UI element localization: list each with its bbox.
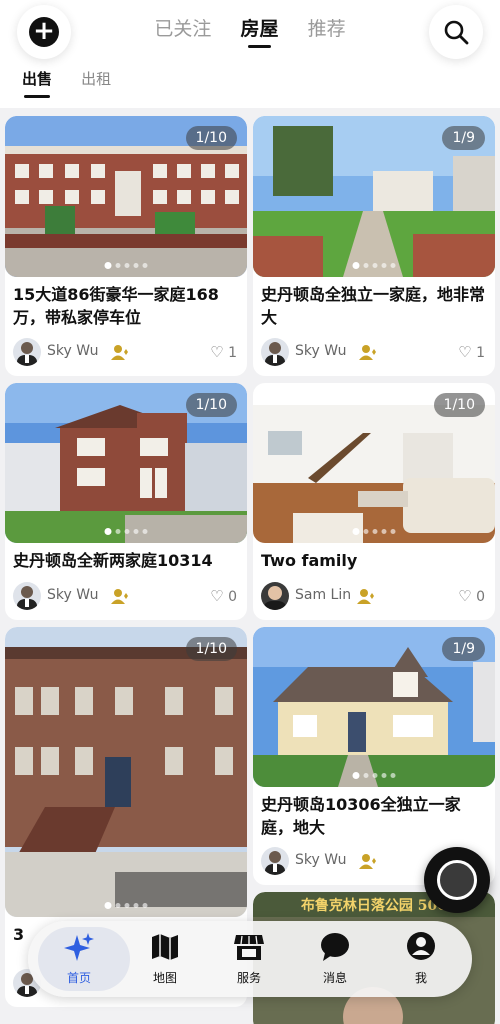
bottom-nav: 首页 地图 服务 消息 我 (28, 921, 472, 997)
listing-card[interactable]: 1/9 史丹顿岛全独立一家庭，地非常大 Sky Wu ♡ 1 (253, 116, 495, 376)
nav-messages[interactable]: 消息 (292, 921, 378, 997)
photo-counter: 1/9 (442, 637, 485, 661)
listing-meta: Sky Wu ♡ 1 (253, 338, 495, 368)
listing-card[interactable]: 1/10 史丹顿岛全新两家庭10314 Sky Wu ♡ 0 (5, 383, 247, 620)
listing-photo[interactable]: 1/10 (5, 627, 247, 917)
photo-pagination (352, 772, 396, 779)
listing-meta: Sam Lin ♡ 0 (253, 582, 495, 612)
nav-profile-label: 我 (414, 971, 427, 985)
photo-pagination (104, 528, 148, 535)
like-count[interactable]: ♡ 0 (458, 587, 485, 605)
nav-map-label: 地图 (152, 971, 177, 985)
listing-title: 史丹顿岛10306全独立一家庭，地大 (261, 795, 461, 837)
sub-tabs: 出售 出租 (22, 68, 135, 98)
tab-recommend[interactable]: 推荐 (308, 14, 346, 41)
tab-for-rent[interactable]: 出租 (81, 68, 111, 89)
agent-name[interactable]: Sky Wu (47, 343, 98, 359)
like-count[interactable]: ♡ 0 (210, 587, 237, 605)
agent-name[interactable]: Sky Wu (295, 343, 346, 359)
agent-avatar[interactable] (13, 338, 41, 366)
listing-photo[interactable]: 1/10 (5, 116, 247, 277)
listing-meta: Sky Wu ♡ 1 (5, 338, 247, 368)
heart-icon: ♡ (458, 587, 472, 605)
like-count[interactable]: ♡ 1 (458, 343, 485, 361)
nav-profile[interactable]: 我 (378, 921, 464, 997)
listing-card[interactable]: 1/10 Two family Sam Lin ♡ 0 (253, 383, 495, 620)
listing-photo[interactable]: 1/10 (253, 383, 495, 543)
heart-icon: ♡ (458, 343, 472, 361)
store-icon (234, 935, 264, 960)
photo-counter: 1/10 (185, 393, 237, 417)
map-icon (152, 934, 178, 960)
agent-badge-icon (111, 589, 128, 604)
photo-pagination (352, 528, 396, 535)
listing-photo[interactable]: 1/9 (253, 627, 495, 787)
photo-counter: 1/9 (442, 126, 485, 150)
listing-card[interactable]: 1/10 15大道86街豪华一家庭168万，带私家停车位 Sky Wu ♡ 1 (5, 116, 247, 376)
nav-home[interactable]: 首页 (36, 921, 130, 997)
agent-badge-icon (111, 345, 128, 360)
listing-meta: Sky Wu ♡ 0 (5, 582, 247, 612)
listing-title: 史丹顿岛全新两家庭10314 (13, 551, 213, 570)
agent-name[interactable]: Sky Wu (295, 852, 346, 868)
heart-icon: ♡ (210, 343, 224, 361)
listing-photo[interactable]: 1/9 (253, 116, 495, 277)
heart-icon: ♡ (210, 587, 224, 605)
tab-houses[interactable]: 房屋 (240, 14, 279, 48)
message-icon (321, 933, 349, 961)
sparkle-icon (64, 933, 94, 961)
like-number: 1 (228, 345, 237, 361)
photo-counter: 1/10 (185, 126, 237, 150)
nav-map[interactable]: 地图 (122, 921, 208, 997)
agent-name[interactable]: Sky Wu (47, 587, 98, 603)
like-count[interactable]: ♡ 1 (210, 343, 237, 361)
nav-messages-label: 消息 (322, 971, 347, 985)
agent-name[interactable]: Sam Lin (295, 587, 351, 603)
agent-badge-icon (359, 345, 376, 360)
nav-services[interactable]: 服务 (206, 921, 292, 997)
like-number: 0 (476, 589, 485, 605)
app-root: + 已关注 房屋 推荐 出售 出租 1/10 15大道86街豪华一家庭168万，… (0, 0, 500, 1024)
nav-home-label: 首页 (66, 971, 91, 985)
profile-icon (407, 932, 435, 960)
photo-pagination (352, 262, 396, 269)
listing-title: Two family (261, 551, 358, 570)
house-photo-image (5, 627, 247, 917)
floating-action-button[interactable] (424, 847, 490, 913)
photo-counter: 1/10 (185, 637, 237, 661)
agent-avatar[interactable] (261, 847, 289, 875)
header: + 已关注 房屋 推荐 出售 出租 (0, 0, 500, 108)
like-number: 1 (476, 345, 485, 361)
tab-for-sale[interactable]: 出售 (22, 68, 52, 98)
like-number: 0 (228, 589, 237, 605)
photo-pagination (104, 902, 148, 909)
agent-badge-icon (359, 854, 376, 869)
nav-services-label: 服务 (236, 971, 261, 985)
agent-avatar[interactable] (261, 338, 289, 366)
search-icon (444, 20, 469, 45)
listing-title: 15大道86街豪华一家庭168万，带私家停车位 (13, 285, 219, 327)
tab-following[interactable]: 已关注 (154, 14, 211, 41)
top-tabs: 已关注 房屋 推荐 (0, 14, 500, 48)
search-button[interactable] (429, 5, 483, 59)
photo-pagination (104, 262, 148, 269)
agent-badge-icon (357, 589, 374, 604)
listing-title: 史丹顿岛全独立一家庭，地非常大 (261, 285, 486, 327)
listing-photo[interactable]: 1/10 (5, 383, 247, 543)
photo-counter: 1/10 (433, 393, 485, 417)
agent-avatar[interactable] (13, 582, 41, 610)
agent-avatar[interactable] (261, 582, 289, 610)
